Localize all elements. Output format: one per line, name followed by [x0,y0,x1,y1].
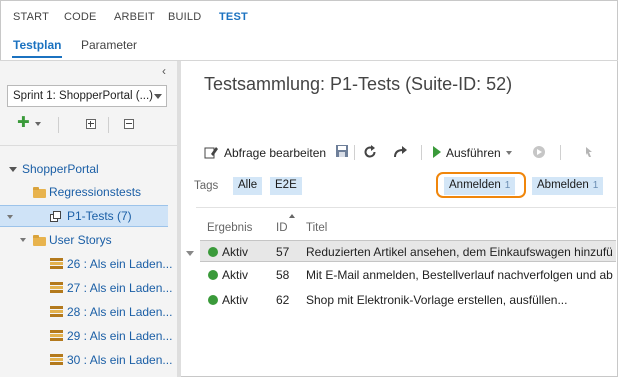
cell-id: 58 [276,268,290,282]
sort-ascending-icon [289,214,295,218]
nav-code[interactable]: CODE [64,11,97,23]
folder-icon [33,187,46,198]
nav-build[interactable]: BUILD [168,11,201,23]
edit-query-button[interactable]: Abfrage bearbeiten [204,141,334,163]
nav-arbeit[interactable]: ARBEIT [114,11,155,23]
column-header-title[interactable]: Titel [306,222,327,234]
table-row[interactable]: Aktiv 58 Mit E-Mail anmelden, Bestellver… [200,264,616,286]
chevron-down-icon [506,151,512,155]
table-row[interactable]: Aktiv 62 Shop mit Elektronik-Vorlage ers… [200,289,616,311]
expand-triangle-icon[interactable] [9,167,17,172]
toolbar-separator [58,117,59,133]
sub-navigation: Testplan Parameter [0,32,618,60]
column-header-result[interactable]: Ergebnis [207,222,252,234]
row-expand-icon[interactable] [186,251,194,256]
status-active-icon [208,270,218,280]
toolbar-separator [108,117,109,133]
save-icon[interactable] [335,144,349,158]
tree-item-label: 26 : Als ein Laden... [67,257,173,271]
nav-test[interactable]: TEST [219,11,248,23]
cell-title: Reduzierten Artikel ansehen, dem Einkauf… [306,245,614,259]
table-row[interactable]: Aktiv 57 Reduzierten Artikel ansehen, de… [200,240,616,262]
edit-query-label: Abfrage bearbeiten [224,146,327,160]
chevron-left-icon[interactable]: ‹ [162,64,166,78]
user-story-icon [50,258,63,270]
grid-divider [196,207,616,208]
user-story-icon [50,306,63,318]
tree-item-label: Regressionstests [49,185,142,199]
tree-item-story[interactable]: 26 : Als ein Laden... [0,253,177,275]
tag-filter-bar: Tags Alle E2E Anmelden 1 Abmelden 1 [194,176,614,198]
expand-triangle-icon[interactable] [7,215,13,219]
tree-item-story[interactable]: 30 : Als ein Laden... [0,349,177,371]
tree-item-label: 29 : Als ein Laden... [67,329,173,343]
refresh-icon[interactable] [363,145,377,159]
tree-item-p1-tests[interactable]: P1-Tests (7) [0,205,168,227]
tree-item-label: 27 : Als ein Laden... [67,281,173,295]
tree-item-label: P1-Tests (7) [67,209,132,223]
tree-item-user-stories[interactable]: User Storys [0,229,177,251]
tree-item-label: User Storys [49,233,112,247]
add-dropdown-caret-icon[interactable] [35,122,41,126]
toolbar-separator [354,145,355,160]
sprint-select-value: Sprint 1: ShopperPortal (...) [13,90,153,102]
play-icon [433,146,441,158]
cell-result: Aktiv [222,245,249,259]
cell-id: 57 [276,245,290,259]
expand-all-icon[interactable] [86,119,96,129]
folder-icon [33,235,46,246]
status-active-icon [208,295,218,305]
user-story-icon [50,354,63,366]
test-suite-icon [50,211,62,222]
top-navigation: START CODE ARBEIT BUILD TEST [0,0,618,32]
open-item-icon[interactable] [584,145,598,159]
expand-triangle-icon[interactable] [20,238,26,242]
cell-result: Aktiv [222,293,249,307]
sprint-select[interactable]: Sprint 1: ShopperPortal (...) [7,85,167,107]
sidebar-splitter[interactable] [177,61,181,377]
tree-item-story[interactable]: 29 : Als ein Laden... [0,325,177,347]
tag-e2e[interactable]: E2E [270,177,302,195]
edit-query-icon [204,147,218,159]
suite-toolbar: Abfrage bearbeiten Ausführen [196,141,616,163]
tab-parameter[interactable]: Parameter [81,38,137,52]
tree-item-root[interactable]: ShopperPortal [0,158,177,180]
page-title: Testsammlung: P1-Tests (Suite-ID: 52) [204,74,513,94]
tags-label: Tags [194,180,219,192]
sidebar-divider [0,145,177,146]
tree-item-story[interactable]: 28 : Als ein Laden... [0,301,177,323]
cell-result: Aktiv [222,268,249,282]
run-button[interactable]: Ausführen [432,141,516,163]
tree-item-label: ShopperPortal [22,162,99,176]
tree-item-label: 28 : Als ein Laden... [67,305,173,319]
redo-icon[interactable] [393,145,409,159]
tag-alle[interactable]: Alle [233,177,263,195]
plus-icon[interactable]: ✚ [17,115,30,130]
tag-abmelden[interactable]: Abmelden 1 [532,177,604,195]
toolbar-separator [560,145,561,160]
run-with-options-icon[interactable] [532,145,546,159]
cell-title: Mit E-Mail anmelden, Bestellverlauf nach… [306,268,614,282]
tree-item-story[interactable]: 27 : Als ein Laden... [0,277,177,299]
tab-testplan[interactable]: Testplan [13,38,61,52]
nav-start[interactable]: START [13,11,49,23]
cell-title: Shop mit Elektronik-Vorlage erstellen, a… [306,293,568,307]
tree-item-regression[interactable]: Regressionstests [0,181,177,203]
toolbar-separator [421,145,422,160]
cell-id: 62 [276,293,290,307]
column-header-id[interactable]: ID [276,222,288,234]
highlight-ring [436,172,526,198]
run-label: Ausführen [446,146,501,160]
user-story-icon [50,330,63,342]
chevron-down-icon [154,94,162,99]
tree-item-label: 30 : Als ein Laden... [67,353,173,367]
collapse-all-icon[interactable] [124,119,134,129]
active-tab-underline [12,56,62,58]
status-active-icon [208,247,218,257]
user-story-icon [50,282,63,294]
